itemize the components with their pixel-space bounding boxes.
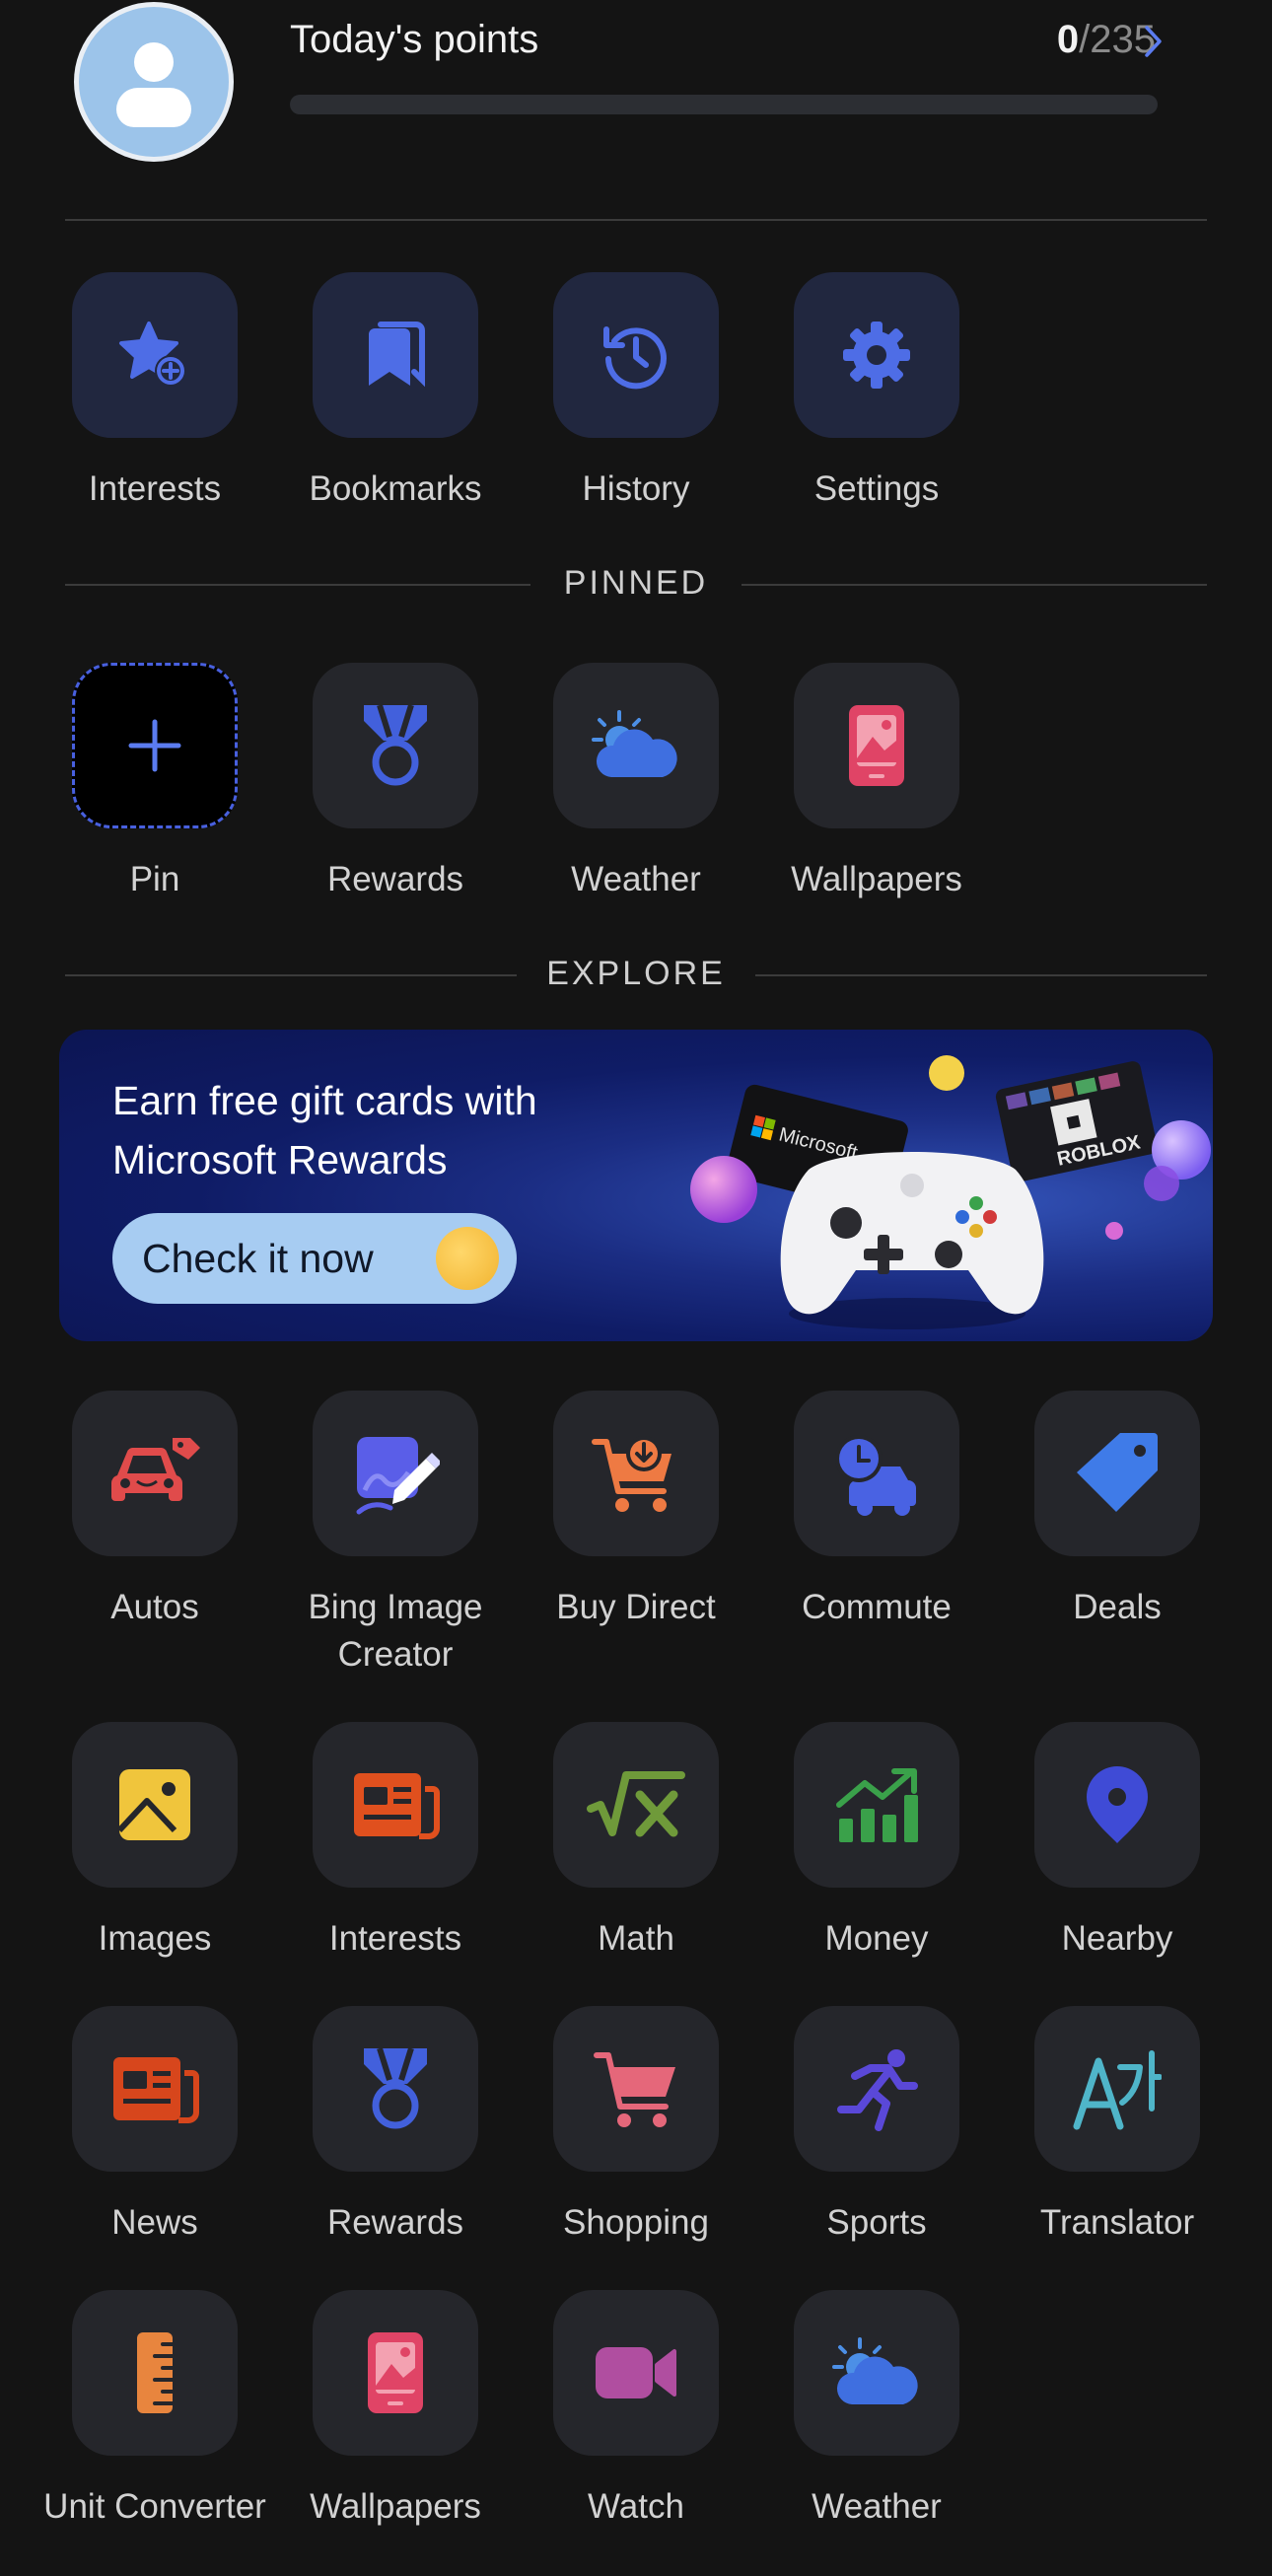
explore-watch[interactable]: Watch xyxy=(516,2290,756,2531)
location-pin-icon xyxy=(1087,1766,1148,1843)
pinned-wallpapers[interactable]: Wallpapers xyxy=(756,663,997,903)
points-title: Today's points xyxy=(290,18,539,61)
quick-action-interests[interactable]: Interests xyxy=(35,272,275,513)
explore-money[interactable]: Money xyxy=(756,1722,997,1963)
shopping-cart-icon xyxy=(594,2052,675,2127)
rewards-promo-banner[interactable]: Earn free gift cards with Microsoft Rewa… xyxy=(59,1030,1213,1341)
star-plus-icon xyxy=(119,322,186,387)
explore-deals[interactable]: Deals xyxy=(997,1391,1237,1631)
square-root-icon xyxy=(587,1771,685,1837)
explore-heading: EXPLORE xyxy=(65,955,1207,994)
history-icon xyxy=(603,326,667,390)
coin-icon xyxy=(436,1227,499,1290)
gear-icon xyxy=(843,322,910,389)
explore-interests[interactable]: Interests xyxy=(275,1722,516,1963)
medal-icon xyxy=(364,704,427,786)
quick-action-history[interactable]: History xyxy=(516,272,756,513)
translator-icon xyxy=(1073,2050,1162,2130)
pinned-add-pin[interactable]: Pin xyxy=(35,663,275,903)
explore-nearby[interactable]: Nearby xyxy=(997,1722,1237,1963)
banner-title: Earn free gift cards with Microsoft Rewa… xyxy=(112,1078,537,1182)
tag-icon xyxy=(1077,1433,1158,1512)
explore-rewards[interactable]: Rewards xyxy=(275,2006,516,2247)
plus-icon xyxy=(128,719,181,772)
image-creator-icon xyxy=(356,1437,440,1515)
explore-wallpapers[interactable]: Wallpapers xyxy=(275,2290,516,2531)
newspaper-icon xyxy=(354,1773,440,1839)
check-it-now-button[interactable]: Check it now xyxy=(112,1213,517,1304)
banner-controller-image: Microsoft ROBLOX xyxy=(690,1055,1211,1329)
bookmarks-icon xyxy=(369,322,425,388)
explore-images[interactable]: Images xyxy=(35,1722,275,1963)
video-camera-icon xyxy=(596,2347,676,2398)
avatar[interactable] xyxy=(74,2,234,162)
explore-sports[interactable]: Sports xyxy=(756,2006,997,2247)
ruler-icon xyxy=(137,2332,175,2413)
explore-shopping[interactable]: Shopping xyxy=(516,2006,756,2247)
medal-icon xyxy=(364,2047,427,2129)
cart-download-icon xyxy=(592,1436,671,1512)
weather-icon xyxy=(592,710,677,777)
car-icon xyxy=(110,1438,200,1501)
quick-action-bookmarks[interactable]: Bookmarks xyxy=(275,272,516,513)
news-icon xyxy=(113,2057,199,2123)
points-progress-bar xyxy=(290,95,1158,114)
chevron-right-icon[interactable] xyxy=(1138,24,1167,59)
explore-news[interactable]: News xyxy=(35,2006,275,2247)
explore-weather[interactable]: Weather xyxy=(756,2290,997,2531)
pinned-rewards[interactable]: Rewards xyxy=(275,663,516,903)
running-icon xyxy=(837,2049,918,2131)
chart-up-icon xyxy=(836,1768,918,1842)
explore-autos[interactable]: Autos xyxy=(35,1391,275,1631)
weather-icon xyxy=(832,2337,918,2404)
quick-action-settings[interactable]: Settings xyxy=(756,272,997,513)
explore-math[interactable]: Math xyxy=(516,1722,756,1963)
explore-buy-direct[interactable]: Buy Direct xyxy=(516,1391,756,1631)
wallpaper-icon xyxy=(849,705,904,786)
picture-icon xyxy=(116,1769,190,1840)
explore-commute[interactable]: Commute xyxy=(756,1391,997,1631)
explore-bing-image-creator[interactable]: Bing Image Creator xyxy=(275,1391,516,1679)
commute-icon xyxy=(835,1435,916,1516)
wallpaper-icon xyxy=(368,2332,423,2413)
explore-unit-converter[interactable]: Unit Converter xyxy=(35,2290,275,2531)
pinned-heading: PINNED xyxy=(65,564,1207,604)
explore-translator[interactable]: Translator xyxy=(997,2006,1237,2247)
pinned-weather[interactable]: Weather xyxy=(516,663,756,903)
divider xyxy=(65,219,1207,221)
points-header[interactable]: Today's points 0/235 xyxy=(0,0,1272,222)
